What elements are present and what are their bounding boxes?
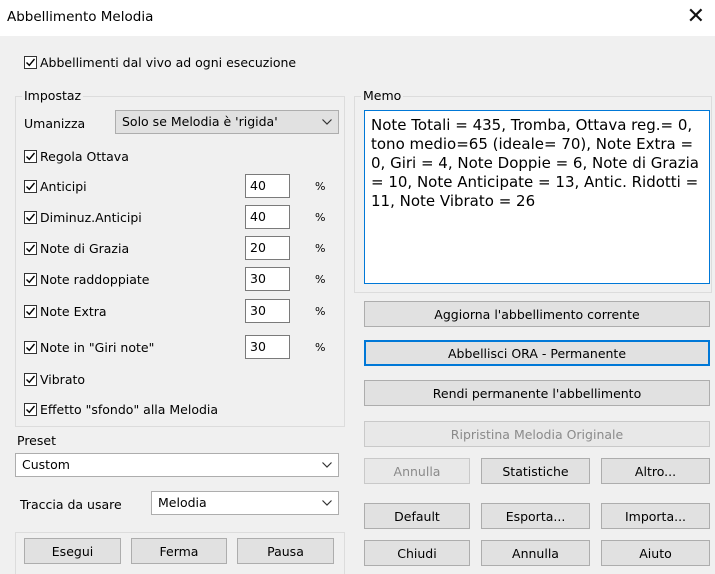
turn-notes-percent-input[interactable]: 30 xyxy=(245,335,290,359)
checkbox-checked-icon xyxy=(24,305,37,318)
turn-notes-label: Note in "Giri note" xyxy=(40,340,155,355)
extra-notes-percent-input[interactable]: 30 xyxy=(245,299,290,323)
adjust-octave-checkbox[interactable]: Regola Ottava xyxy=(24,149,129,164)
checkbox-checked-icon xyxy=(24,242,37,255)
checkbox-checked-icon xyxy=(24,56,37,69)
restore-original-melody-button[interactable]: Ripristina Melodia Originale xyxy=(364,421,710,447)
preset-dropdown[interactable]: Custom xyxy=(15,453,339,477)
stop-button[interactable]: Ferma xyxy=(131,538,227,564)
anticipations-checkbox[interactable]: Anticipi xyxy=(24,179,87,194)
undo-button[interactable]: Annulla xyxy=(364,458,470,484)
extra-notes-checkbox[interactable]: Note Extra xyxy=(24,304,107,319)
adjust-octave-label: Regola Ottava xyxy=(40,149,129,164)
percent-label: % xyxy=(315,211,326,224)
percent-label: % xyxy=(315,305,326,318)
background-effect-checkbox[interactable]: Effetto "sfondo" alla Melodia xyxy=(24,402,218,417)
make-permanent-button[interactable]: Rendi permanente l'abbellimento xyxy=(364,380,710,406)
export-button[interactable]: Esporta... xyxy=(481,503,590,529)
track-label: Traccia da usare xyxy=(20,497,122,512)
anticipations-percent-input[interactable]: 40 xyxy=(245,174,290,198)
checkbox-checked-icon xyxy=(24,150,37,163)
chevron-down-icon xyxy=(322,500,332,506)
memo-group-label: Memo xyxy=(361,88,404,103)
humanize-value: Solo se Melodia è 'rigida' xyxy=(122,114,278,129)
live-embellish-label: Abbellimenti dal vivo ad ogni esecuzione xyxy=(40,55,297,70)
grace-notes-percent-input[interactable]: 20 xyxy=(245,236,290,260)
import-button[interactable]: Importa... xyxy=(601,503,710,529)
grace-notes-checkbox[interactable]: Note di Grazia xyxy=(24,241,129,256)
vibrato-checkbox[interactable]: Vibrato xyxy=(24,372,85,387)
humanize-label: Umanizza xyxy=(24,116,86,131)
preset-label: Preset xyxy=(17,433,56,448)
checkbox-checked-icon xyxy=(24,403,37,416)
update-embellishment-button[interactable]: Aggiorna l'abbellimento corrente xyxy=(364,301,710,327)
percent-label: % xyxy=(315,180,326,193)
background-effect-label: Effetto "sfondo" alla Melodia xyxy=(40,402,219,417)
embellish-now-permanent-button[interactable]: Abbellisci ORA - Permanente xyxy=(364,340,710,366)
turn-notes-checkbox[interactable]: Note in "Giri note" xyxy=(24,340,154,355)
help-button[interactable]: Aiuto xyxy=(601,540,710,566)
percent-label: % xyxy=(315,242,326,255)
pause-button[interactable]: Pausa xyxy=(237,538,334,564)
preset-value: Custom xyxy=(22,457,70,472)
play-button[interactable]: Esegui xyxy=(24,538,121,564)
default-button[interactable]: Default xyxy=(364,503,470,529)
embellish-melody-dialog: Abbellimento Melodia ✕ Abbellimenti dal … xyxy=(0,0,715,574)
chevron-down-icon xyxy=(322,119,332,125)
reduced-anticipations-label: Diminuz.Anticipi xyxy=(40,210,142,225)
grace-notes-label: Note di Grazia xyxy=(40,241,130,256)
close-button[interactable]: Chiudi xyxy=(364,540,470,566)
cancel-button[interactable]: Annulla xyxy=(481,540,590,566)
close-icon[interactable]: ✕ xyxy=(687,5,705,29)
more-button[interactable]: Altro... xyxy=(601,458,710,484)
reduced-anticipations-percent-input[interactable]: 40 xyxy=(245,205,290,229)
extra-notes-label: Note Extra xyxy=(40,304,107,319)
chevron-down-icon xyxy=(322,462,332,468)
track-value: Melodia xyxy=(158,495,207,510)
settings-group-label: Impostaz xyxy=(22,88,84,103)
statistics-button[interactable]: Statistiche xyxy=(481,458,590,484)
checkbox-checked-icon xyxy=(24,180,37,193)
percent-label: % xyxy=(315,273,326,286)
percent-label: % xyxy=(315,341,326,354)
doubled-notes-percent-input[interactable]: 30 xyxy=(245,267,290,291)
memo-textarea[interactable]: Note Totali = 435, Tromba, Ottava reg.= … xyxy=(364,110,710,284)
anticipations-label: Anticipi xyxy=(40,179,87,194)
checkbox-checked-icon xyxy=(24,373,37,386)
checkbox-checked-icon xyxy=(24,341,37,354)
window-title: Abbellimento Melodia xyxy=(7,9,154,25)
humanize-dropdown[interactable]: Solo se Melodia è 'rigida' xyxy=(115,110,339,134)
reduced-anticipations-checkbox[interactable]: Diminuz.Anticipi xyxy=(24,210,142,225)
checkbox-checked-icon xyxy=(24,273,37,286)
title-bar: Abbellimento Melodia ✕ xyxy=(0,0,715,36)
track-dropdown[interactable]: Melodia xyxy=(151,491,339,515)
doubled-notes-checkbox[interactable]: Note raddoppiate xyxy=(24,272,149,287)
doubled-notes-label: Note raddoppiate xyxy=(40,272,150,287)
vibrato-label: Vibrato xyxy=(40,372,86,387)
checkbox-checked-icon xyxy=(24,211,37,224)
live-embellish-checkbox[interactable]: Abbellimenti dal vivo ad ogni esecuzione xyxy=(24,55,296,70)
